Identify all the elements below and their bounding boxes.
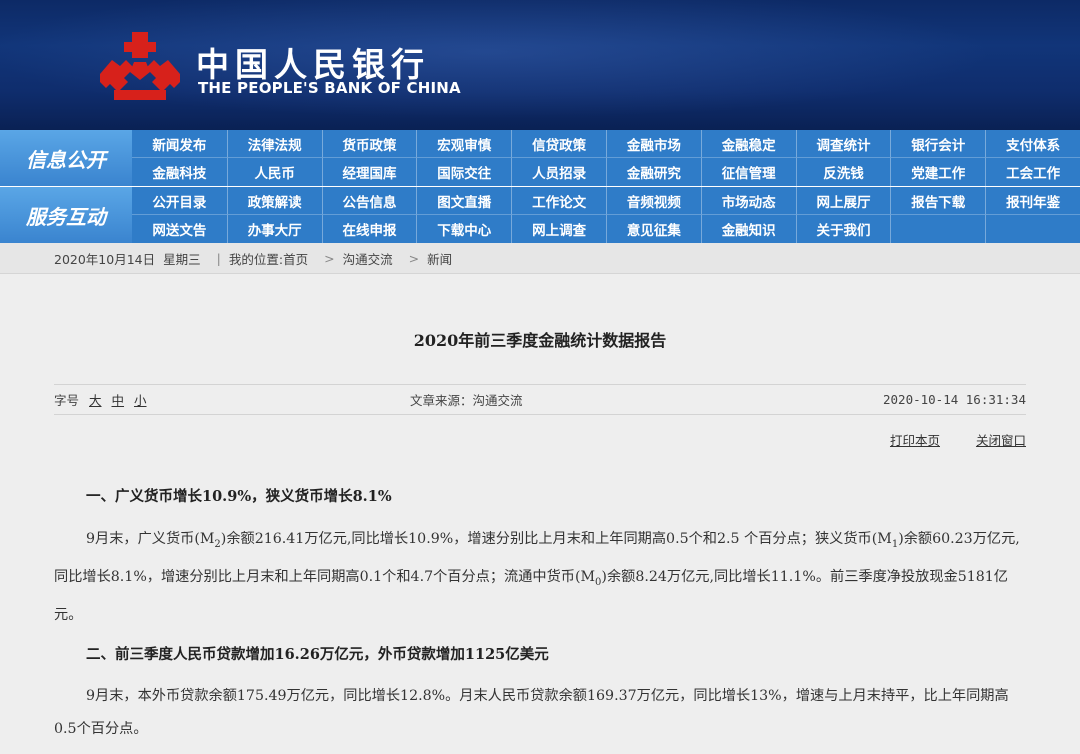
font-size-large-link[interactable]: 大 bbox=[89, 393, 102, 408]
font-size-small-link[interactable]: 小 bbox=[134, 393, 147, 408]
nav-grid-info: 新闻发布 法律法规 货币政策 宏观审慎 信贷政策 金融市场 金融稳定 调查统计 银行会计 支付体系… bbox=[132, 130, 1080, 186]
nav-item[interactable]: 报刊年鉴 bbox=[985, 187, 1080, 215]
nav-item[interactable]: 人员招录 bbox=[511, 158, 606, 186]
nav-item[interactable]: 金融市场 bbox=[606, 130, 701, 158]
article-tools: 打印本页 关闭窗口 bbox=[858, 430, 1026, 449]
section-paragraph-1: 9月末，广义货币(M2)余额216.41万亿元,同比增长10.9%，增速分别比上… bbox=[54, 523, 1028, 632]
nav-item[interactable]: 网送文告 bbox=[132, 215, 227, 243]
nav-item[interactable]: 市场动态 bbox=[700, 187, 796, 215]
nav-item[interactable]: 国际交往 bbox=[416, 158, 511, 186]
article-source: 文章来源：沟通交流 bbox=[410, 393, 523, 408]
nav-item[interactable]: 金融科技 bbox=[132, 158, 227, 186]
nav-item[interactable]: 金融稳定 bbox=[700, 130, 796, 158]
nav-item bbox=[890, 215, 985, 243]
print-page-link[interactable]: 打印本页 bbox=[890, 433, 940, 448]
nav-group-label-info: 信息公开 bbox=[0, 130, 132, 186]
nav-item[interactable]: 银行会计 bbox=[890, 130, 986, 158]
nav-item[interactable]: 在线申报 bbox=[321, 215, 417, 243]
nav-item[interactable]: 意见征集 bbox=[606, 215, 701, 243]
breadcrumb-level2-link[interactable]: 沟通交流 bbox=[343, 249, 393, 268]
breadcrumb-weekday: 星期三 bbox=[163, 251, 201, 267]
font-size-label: 字号 bbox=[54, 393, 80, 408]
nav-item[interactable]: 人民币 bbox=[226, 158, 322, 186]
article-meta-bar: 字号 大 中 小 文章来源：沟通交流 2020-10-14 16:31:34 bbox=[54, 384, 1026, 415]
breadcrumb-level3-link[interactable]: 新闻 bbox=[427, 249, 452, 268]
nav-item[interactable]: 征信管理 bbox=[700, 158, 796, 186]
nav-group-service: 服务互动 公开目录 政策解读 公告信息 图文直播 工作论文 音频视频 市场动态 网上展厅 报告下… bbox=[0, 187, 1080, 243]
nav-item[interactable]: 报告下载 bbox=[890, 187, 986, 215]
nav-item[interactable]: 网上调查 bbox=[511, 215, 606, 243]
nav-item[interactable]: 信贷政策 bbox=[511, 130, 606, 158]
nav-item[interactable]: 金融知识 bbox=[700, 215, 796, 243]
breadcrumb: 2020年10月14日 星期三 | 我的位置:首页 > 沟通交流 > 新闻 bbox=[0, 243, 1080, 274]
nav-item[interactable]: 办事大厅 bbox=[226, 215, 322, 243]
article-title: 2020年前三季度金融统计数据报告 bbox=[413, 331, 667, 350]
breadcrumb-date: 2020年10月14日 bbox=[54, 251, 156, 267]
nav-item[interactable]: 货币政策 bbox=[321, 130, 417, 158]
nav-item[interactable]: 关于我们 bbox=[795, 215, 891, 243]
nav-item bbox=[985, 215, 1080, 243]
nav-item[interactable]: 法律法规 bbox=[226, 130, 322, 158]
nav-item[interactable]: 经理国库 bbox=[321, 158, 417, 186]
nav-item[interactable]: 反洗钱 bbox=[795, 158, 891, 186]
nav-item[interactable]: 支付体系 bbox=[985, 130, 1080, 158]
nav-item[interactable]: 图文直播 bbox=[416, 187, 512, 215]
nav-item[interactable]: 工会工作 bbox=[985, 158, 1080, 186]
site-banner: 中国人民银行 THE PEOPLE'S BANK OF CHINA bbox=[0, 0, 1080, 130]
nav-item[interactable]: 公开目录 bbox=[132, 187, 227, 215]
nav-item[interactable]: 新闻发布 bbox=[132, 130, 227, 158]
chevron-right-icon: > bbox=[408, 250, 420, 266]
nav-item[interactable]: 音频视频 bbox=[606, 187, 701, 215]
article-datetime: 2020-10-14 16:31:34 bbox=[883, 392, 1026, 407]
nav-grid-service: 公开目录 政策解读 公告信息 图文直播 工作论文 音频视频 市场动态 网上展厅 报告下载 报刊年鉴… bbox=[132, 187, 1080, 243]
breadcrumb-home-link[interactable]: 我的位置:首页 bbox=[229, 249, 308, 268]
pboc-emblem-icon[interactable] bbox=[98, 30, 182, 102]
font-size-controls: 字号 大 中 小 bbox=[54, 390, 384, 409]
nav-group-label-service: 服务互动 bbox=[0, 187, 132, 243]
section-heading-1: 一、广义货币增长10.9%，狭义货币增长8.1% bbox=[86, 488, 392, 505]
nav-item[interactable]: 政策解读 bbox=[226, 187, 322, 215]
nav-item[interactable]: 网上展厅 bbox=[795, 187, 891, 215]
nav-item[interactable]: 党建工作 bbox=[890, 158, 985, 186]
nav-item[interactable]: 调查统计 bbox=[795, 130, 891, 158]
para-text: 9月末，广义货币(M bbox=[86, 531, 215, 547]
nav-item[interactable]: 工作论文 bbox=[511, 187, 606, 215]
section-heading-2: 二、前三季度人民币贷款增加16.26万亿元，外币贷款增加1125亿美元 bbox=[86, 646, 549, 663]
close-window-link[interactable]: 关闭窗口 bbox=[976, 433, 1026, 448]
section-paragraph-2: 9月末，本外币贷款余额175.49万亿元，同比增长12.8%。月末人民币贷款余额… bbox=[54, 688, 1009, 737]
para-text: )余额216.41万亿元,同比增长10.9%，增速分别比上月末和上年同期高0.5… bbox=[220, 531, 892, 547]
chevron-right-icon: > bbox=[324, 250, 335, 266]
nav-group-info: 信息公开 新闻发布 法律法规 货币政策 宏观审慎 信贷政策 金融市场 金融稳定 调查统计 银行会… bbox=[0, 130, 1080, 186]
nav-item[interactable]: 金融研究 bbox=[606, 158, 701, 186]
nav-item[interactable]: 宏观审慎 bbox=[416, 130, 512, 158]
font-size-medium-link[interactable]: 中 bbox=[112, 393, 125, 408]
breadcrumb-separator: | bbox=[216, 250, 221, 266]
bank-name-english: THE PEOPLE'S BANK OF CHINA bbox=[198, 79, 461, 97]
nav-item[interactable]: 公告信息 bbox=[321, 187, 417, 215]
nav-item[interactable]: 下载中心 bbox=[416, 215, 511, 243]
